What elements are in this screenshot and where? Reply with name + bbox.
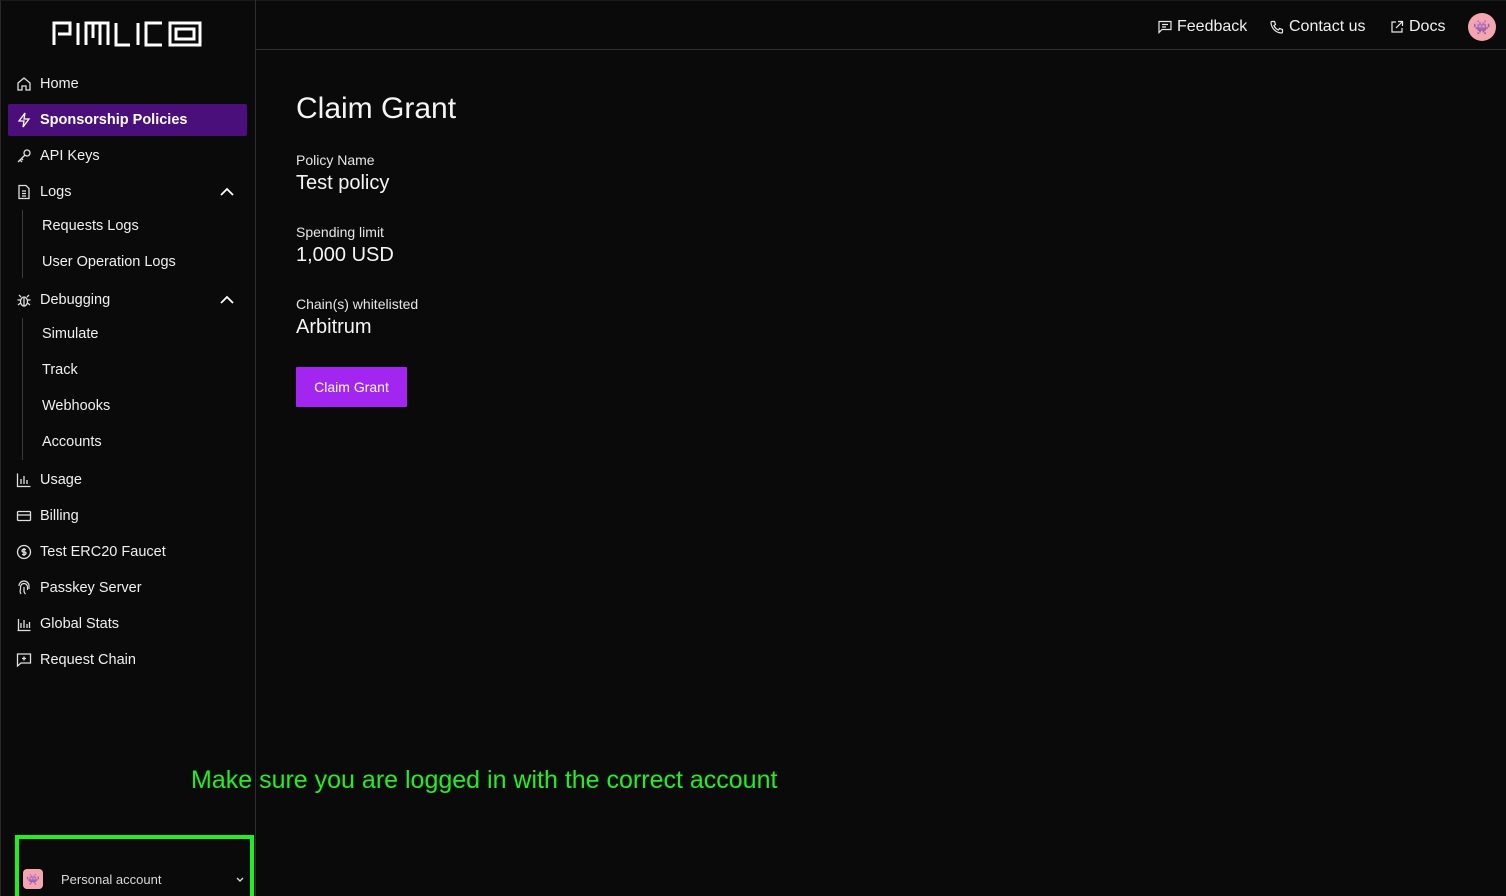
submenu-guide-line [22,210,23,278]
avatar: 👾 [23,869,43,889]
sidebar-item-requests-logs[interactable]: Requests Logs [34,212,139,240]
bar-chart-icon [16,472,32,488]
chains-whitelisted-label: Chain(s) whitelisted [296,296,419,312]
chains-whitelisted-value: Arbitrum [296,316,372,338]
sidebar-item-webhooks[interactable]: Webhooks [34,392,110,420]
phone-icon [1270,20,1284,34]
policy-name-value: Test policy [296,172,390,194]
sidebar-item-label: Home [40,76,79,92]
docs-label: Docs [1409,18,1446,35]
sidebar-item-global-stats[interactable]: Global Stats [8,608,247,640]
sidebar-item-label: Requests Logs [42,218,139,234]
sidebar-item-label: Billing [40,508,79,524]
submenu-guide-line [22,318,23,460]
account-highlight-box: 👾 Personal account [15,835,254,896]
sidebar-item-home[interactable]: Home [8,68,247,100]
account-switcher[interactable]: 👾 Personal account [23,865,248,893]
sidebar-item-label: Global Stats [40,616,119,632]
fingerprint-icon [16,580,32,596]
chevron-up-icon[interactable] [219,292,235,308]
sidebar-item-billing[interactable]: Billing [8,500,247,532]
message-icon [1158,20,1172,34]
sidebar-item-label: Track [42,362,78,378]
external-link-icon [1391,20,1404,33]
sidebar-item-label: Usage [40,472,82,488]
sidebar-item-sponsorship-policies[interactable]: Sponsorship Policies [8,104,247,136]
message-plus-icon [16,652,32,668]
sidebar-item-api-keys[interactable]: API Keys [8,140,247,172]
sidebar-item-debugging[interactable]: Debugging [8,284,247,316]
claim-grant-button[interactable]: Claim Grant [296,367,407,407]
sidebar: Home Sponsorship Policies API Keys Logs … [0,0,256,896]
sidebar-item-request-chain[interactable]: Request Chain [8,644,247,676]
feedback-label: Feedback [1177,18,1248,35]
sidebar-item-user-operation-logs[interactable]: User Operation Logs [34,248,176,276]
sidebar-item-track[interactable]: Track [34,356,78,384]
sidebar-item-test-erc20-faucet[interactable]: Test ERC20 Faucet [8,536,247,568]
contact-us-label: Contact us [1289,18,1366,35]
sidebar-item-passkey-server[interactable]: Passkey Server [8,572,247,604]
policy-name-label: Policy Name [296,152,375,168]
sidebar-item-accounts[interactable]: Accounts [34,428,102,456]
sidebar-item-label: Logs [40,184,72,200]
chevron-up-icon[interactable] [219,184,235,200]
sidebar-item-simulate[interactable]: Simulate [34,320,98,348]
credit-card-icon [16,508,32,524]
account-name: Personal account [61,871,162,887]
sidebar-item-label: Request Chain [40,652,136,668]
sidebar-item-label: Webhooks [42,398,111,414]
page-title: Claim Grant [296,92,457,125]
stats-icon [16,616,32,632]
sidebar-item-usage[interactable]: Usage [8,464,247,496]
dollar-circle-icon [16,544,32,560]
sidebar-item-label: Passkey Server [40,580,142,596]
user-avatar[interactable]: 👾 [1468,13,1496,41]
sidebar-item-label: API Keys [40,148,100,164]
lightning-icon [16,112,32,128]
home-icon [16,76,32,92]
spending-limit-value: 1,000 USD [296,244,394,266]
sidebar-item-label: Sponsorship Policies [40,112,188,128]
sidebar-item-label: User Operation Logs [42,254,176,270]
spending-limit-label: Spending limit [296,224,384,240]
docs-link[interactable]: Docs [1390,16,1445,38]
document-icon [16,184,32,200]
sidebar-item-label: Test ERC20 Faucet [40,544,166,560]
sidebar-item-label: Simulate [42,326,99,342]
chevron-down-icon [232,871,248,887]
sidebar-item-label: Debugging [40,292,111,308]
sidebar-item-label: Accounts [42,434,102,450]
key-icon [16,148,32,164]
feedback-link[interactable]: Feedback [1158,16,1247,38]
bug-icon [16,292,32,308]
pimlico-logo[interactable] [52,18,204,48]
sidebar-item-logs[interactable]: Logs [8,176,247,208]
contact-us-link[interactable]: Contact us [1270,16,1365,38]
annotation-text: Make sure you are logged in with the cor… [191,766,778,794]
